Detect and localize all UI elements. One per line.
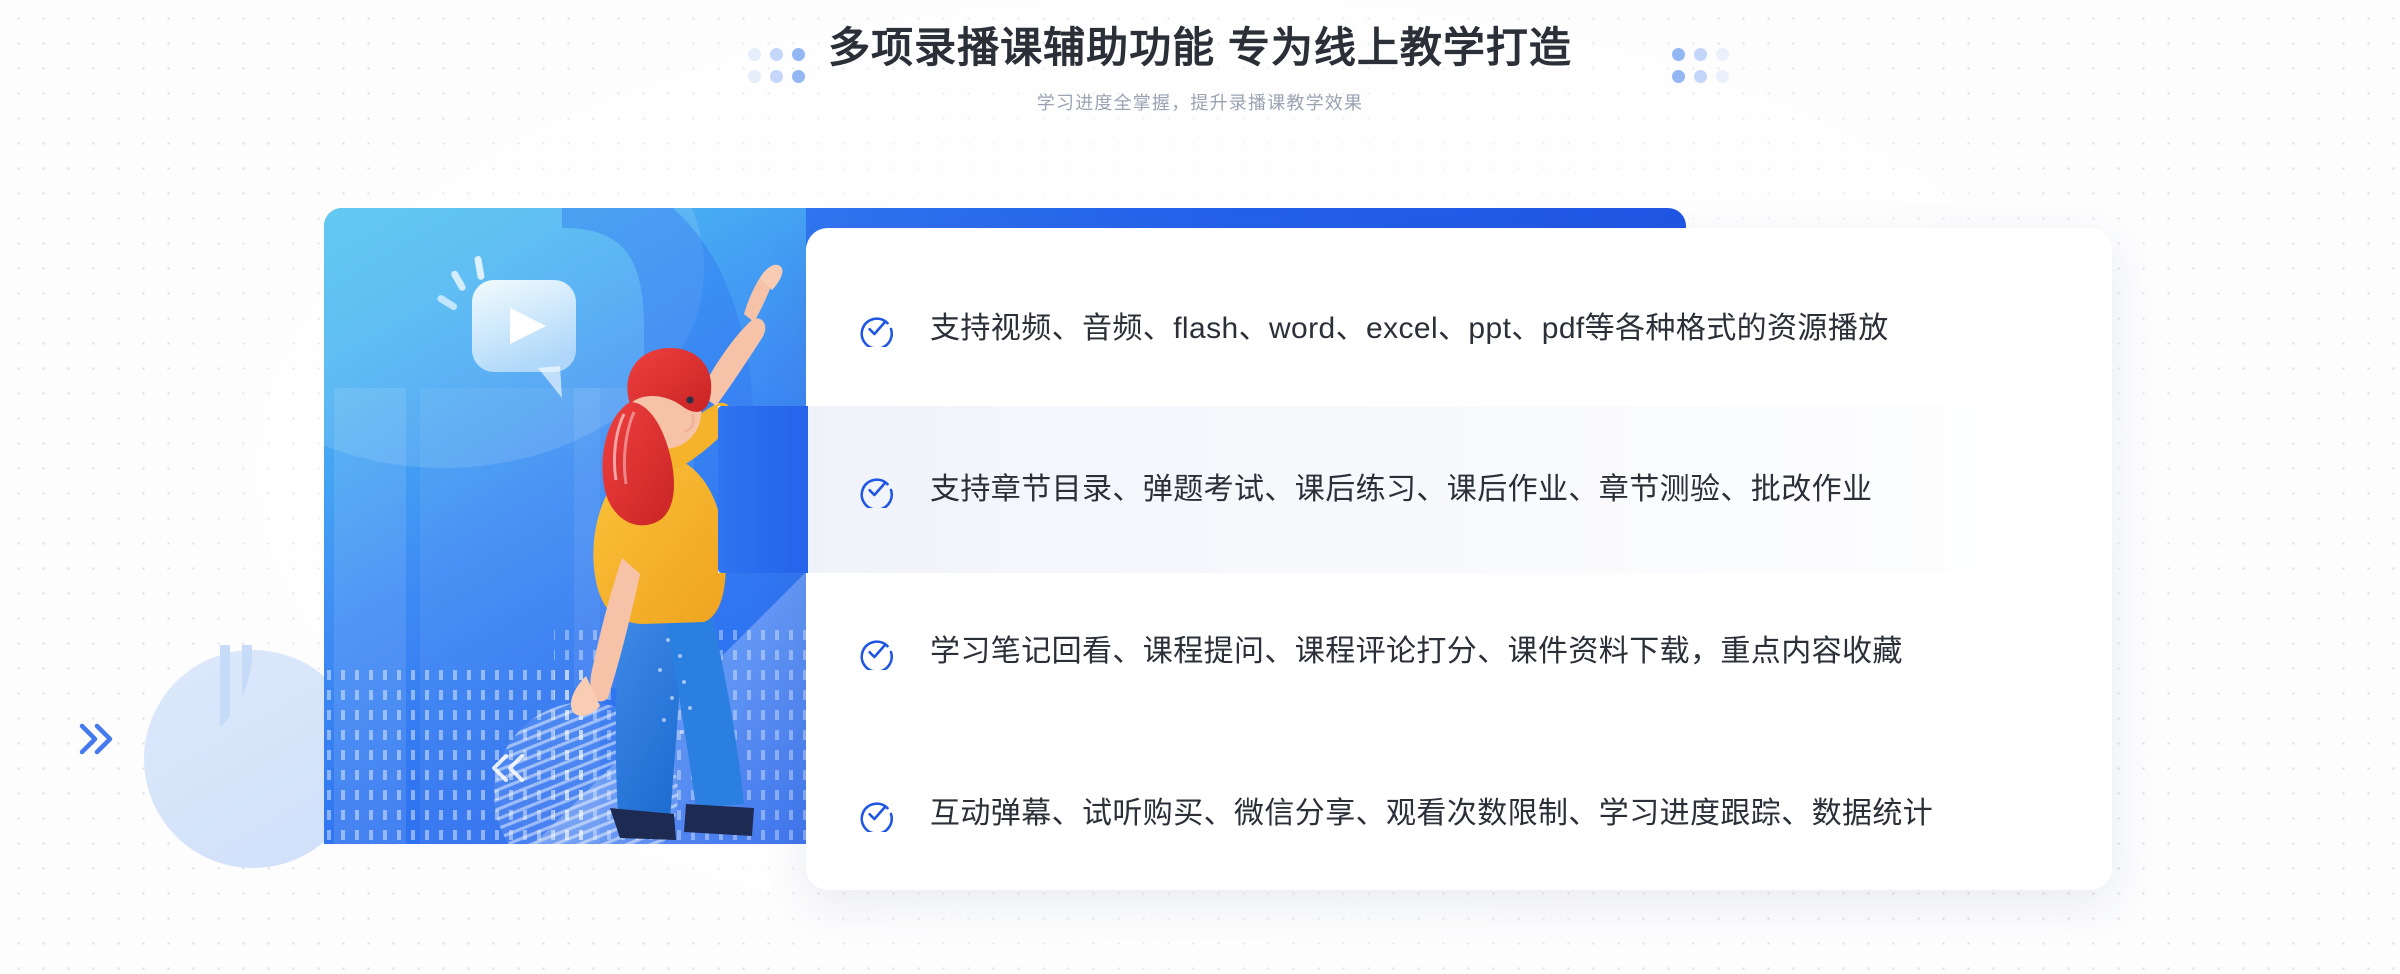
decor-dot: [1672, 48, 1685, 61]
decor-dot: [1672, 70, 1685, 83]
feature-label: 互动弹幕、试听购买、微信分享、观看次数限制、学习进度跟踪、数据统计: [930, 796, 1934, 830]
decor-dot: [748, 48, 761, 61]
page-subtitle: 学习进度全掌握，提升录播课教学效果: [1036, 92, 1364, 113]
check-circle-icon: [858, 472, 894, 508]
decor-dot: [748, 70, 761, 83]
decor-dot: [770, 48, 783, 61]
check-circle-icon: [858, 634, 894, 670]
check-circle-icon: [858, 796, 894, 832]
decor-dot: [1716, 48, 1729, 61]
page-title: 多项录播课辅助功能 专为线上教学打造: [828, 24, 1572, 71]
feature-label: 支持章节目录、弹题考试、课后练习、课后作业、章节测验、批改作业: [930, 472, 1873, 506]
feature-list: 支持视频、音频、flash、word、excel、ppt、pdf等各种格式的资源…: [806, 228, 2112, 890]
decor-dot: [1694, 70, 1707, 83]
feature-label: 学习笔记回看、课程提问、课程评论打分、课件资料下载，重点内容收藏: [930, 634, 1903, 668]
banner-header: 多项录播课辅助功能 专为线上教学打造 学习进度全掌握，提升录播课教学效果: [0, 22, 2400, 115]
feature-item[interactable]: 支持视频、音频、flash、word、excel、ppt、pdf等各种格式的资源…: [858, 245, 2112, 412]
promo-banner-page: 多项录播课辅助功能 专为线上教学打造 学习进度全掌握，提升录播课教学效果 支持视…: [0, 0, 2400, 974]
feature-row-highlight-tab: [718, 406, 808, 573]
decor-dot: [792, 70, 805, 83]
chevron-double-right-icon: [78, 722, 120, 756]
feature-item[interactable]: 互动弹幕、试听购买、微信分享、观看次数限制、学习进度跟踪、数据统计: [858, 730, 2112, 897]
dot-cluster-right: [1672, 48, 1729, 83]
feature-label: 支持视频、音频、flash、word、excel、ppt、pdf等各种格式的资源…: [930, 311, 1889, 345]
dot-cluster-left: [748, 48, 805, 83]
check-circle-icon: [858, 311, 894, 347]
feature-item[interactable]: 学习笔记回看、课程提问、课程评论打分、课件资料下载，重点内容收藏: [858, 568, 2112, 735]
decor-dot: [792, 48, 805, 61]
decor-dot: [1694, 48, 1707, 61]
decor-dot: [770, 70, 783, 83]
feature-item[interactable]: 支持章节目录、弹题考试、课后练习、课后作业、章节测验、批改作业: [858, 406, 2112, 573]
decor-dot: [1716, 70, 1729, 83]
